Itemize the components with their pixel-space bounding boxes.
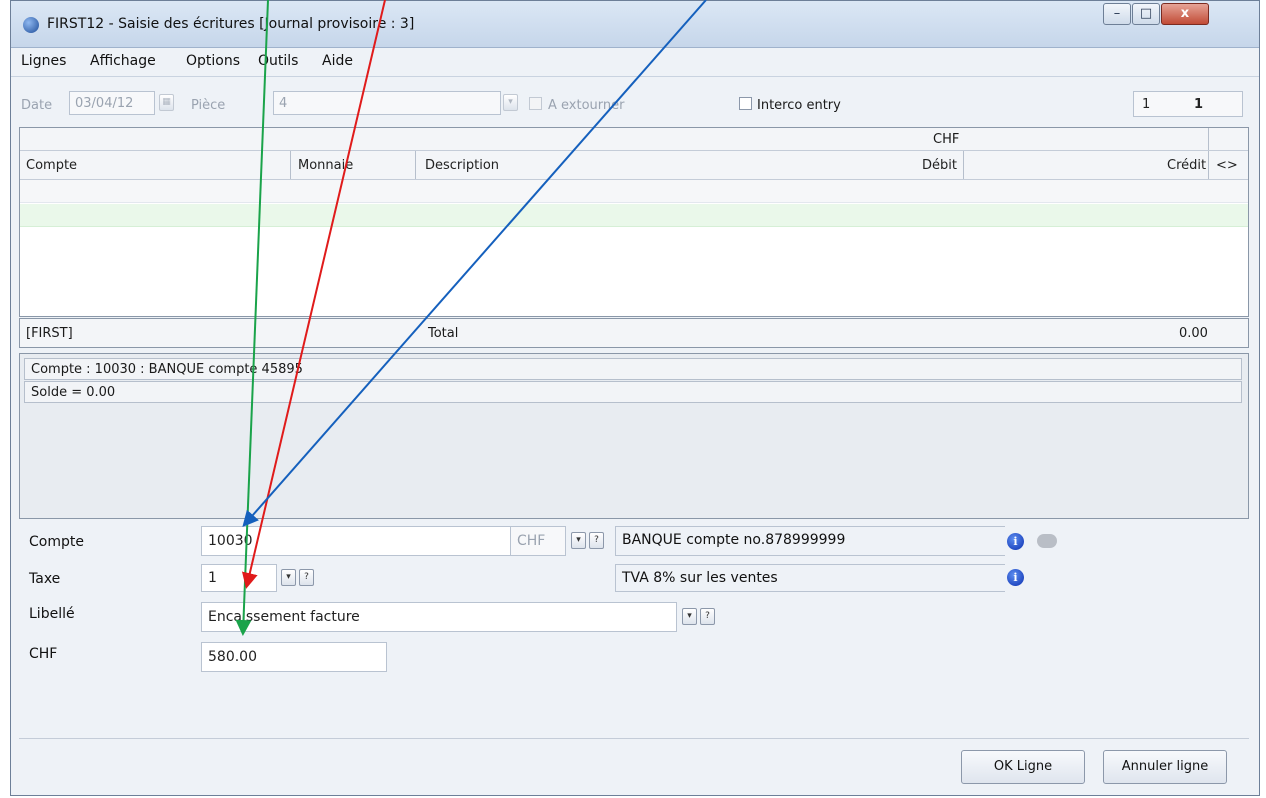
- compte-description: BANQUE compte no.878999999: [615, 526, 1005, 556]
- menu-aide[interactable]: Aide: [322, 53, 353, 69]
- taxe-info-icon[interactable]: i: [1007, 569, 1024, 586]
- minimize-icon: –: [1113, 6, 1121, 21]
- ok-line-button[interactable]: OK Ligne: [961, 750, 1085, 784]
- taxe-input[interactable]: 1: [201, 564, 277, 592]
- total-bar: [FIRST] Total 0.00: [19, 318, 1249, 348]
- maximize-icon: □: [1139, 6, 1153, 21]
- source-label: [FIRST]: [26, 326, 73, 341]
- total-label: Total: [428, 326, 459, 341]
- col-debit[interactable]: Débit: [922, 158, 957, 173]
- menu-options[interactable]: Options: [186, 53, 240, 69]
- window-title: FIRST12 - Saisie des écritures [Journal …: [47, 16, 415, 32]
- total-value: 0.00: [1179, 326, 1208, 341]
- menu-bar: Lignes Affichage Options Outils Aide: [11, 48, 1259, 77]
- compte-dropdown-icon[interactable]: ▾: [571, 532, 586, 549]
- col-credit[interactable]: Crédit: [1167, 158, 1206, 173]
- compte-help-icon[interactable]: ?: [589, 532, 604, 549]
- menu-outils[interactable]: Outils: [258, 53, 298, 69]
- app-window: FIRST12 - Saisie des écritures [Journal …: [10, 0, 1260, 796]
- cancel-line-button[interactable]: Annuler ligne: [1103, 750, 1227, 784]
- col-monnaie[interactable]: Monnaie: [298, 158, 353, 173]
- app-logo-icon: [23, 17, 39, 33]
- account-info-panel: Compte : 10030 : BANQUE compte 45895 Sol…: [19, 353, 1249, 519]
- link-icon[interactable]: [1037, 534, 1057, 548]
- counter-left: 1: [1142, 97, 1151, 112]
- menu-affichage[interactable]: Affichage: [90, 53, 156, 69]
- chf-amount-input[interactable]: 580.00: [201, 642, 387, 672]
- entry-toolbar: Date 03/04/12 ▦ Pièce 4 ▾ A extourner In…: [11, 77, 1259, 125]
- date-label: Date: [21, 98, 53, 113]
- taxe-help-icon[interactable]: ?: [299, 569, 314, 586]
- col-compte[interactable]: Compte: [26, 158, 77, 173]
- grid-column-headers: Compte Monnaie Description Débit Crédit …: [20, 151, 1248, 180]
- libelle-dropdown-icon[interactable]: ▾: [682, 608, 697, 625]
- compte-info-icon[interactable]: i: [1007, 533, 1024, 550]
- menu-lignes[interactable]: Lignes: [21, 53, 66, 69]
- grid-currency-header: CHF: [20, 128, 1248, 151]
- close-button[interactable]: x: [1161, 3, 1209, 25]
- compte-input[interactable]: 10030: [201, 526, 511, 556]
- table-row[interactable]: [20, 180, 1248, 203]
- chf-label: CHF: [29, 646, 58, 662]
- compte-label: Compte: [29, 534, 84, 550]
- title-bar: FIRST12 - Saisie des écritures [Journal …: [11, 1, 1259, 48]
- entries-grid: CHF Compte Monnaie Description Débit Cré…: [19, 127, 1249, 317]
- piece-label: Pièce: [191, 98, 226, 113]
- taxe-label: Taxe: [29, 571, 61, 587]
- libelle-help-icon[interactable]: ?: [700, 608, 715, 625]
- currency-header: CHF: [933, 132, 960, 147]
- interco-label: Interco entry: [757, 98, 841, 113]
- libelle-label: Libellé: [29, 606, 75, 622]
- balance-line: Solde = 0.00: [24, 381, 1242, 403]
- maximize-button[interactable]: □: [1132, 3, 1160, 25]
- col-scroll-toggle[interactable]: <>: [1216, 158, 1238, 173]
- taxe-dropdown-icon[interactable]: ▾: [281, 569, 296, 586]
- libelle-input[interactable]: Encaissement facture: [201, 602, 677, 632]
- currency-field[interactable]: CHF: [510, 526, 566, 556]
- counter-right: 1: [1194, 97, 1204, 112]
- piece-field[interactable]: 4: [273, 91, 501, 115]
- extourner-label: A extourner: [548, 98, 625, 113]
- action-bar: OK Ligne Annuler ligne: [19, 738, 1249, 791]
- account-line: Compte : 10030 : BANQUE compte 45895: [24, 358, 1242, 380]
- minimize-button[interactable]: –: [1103, 3, 1131, 25]
- interco-checkbox[interactable]: [739, 97, 752, 110]
- line-counter: 1 1: [1133, 91, 1243, 117]
- piece-dropdown-icon[interactable]: ▾: [503, 94, 518, 111]
- extourner-checkbox[interactable]: [529, 97, 542, 110]
- date-field[interactable]: 03/04/12: [69, 91, 155, 115]
- col-description[interactable]: Description: [425, 158, 499, 173]
- taxe-description: TVA 8% sur les ventes: [615, 564, 1005, 592]
- calendar-icon[interactable]: ▦: [159, 94, 174, 111]
- table-row[interactable]: [20, 204, 1248, 227]
- close-icon: x: [1180, 6, 1190, 21]
